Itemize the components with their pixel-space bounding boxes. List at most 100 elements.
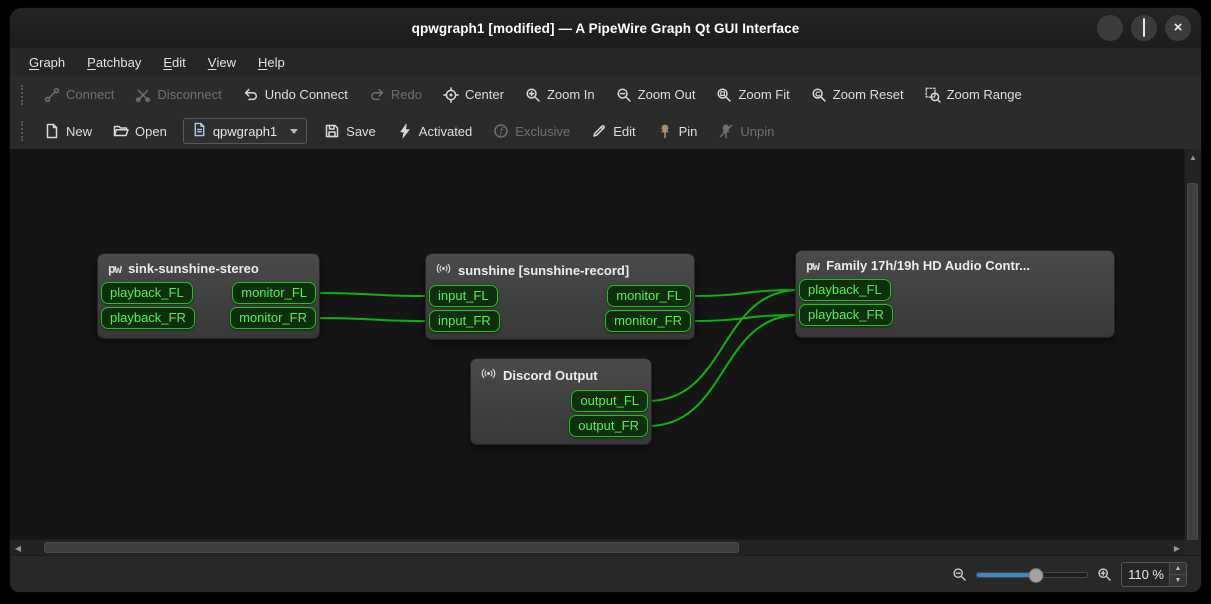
horizontal-scrollbar-thumb[interactable]: [44, 542, 739, 553]
statusbar: 110 % ▲ ▼: [10, 555, 1201, 592]
connect-button[interactable]: Connect: [35, 82, 123, 108]
center-button[interactable]: Center: [434, 82, 513, 108]
patchbay-profile-combobox[interactable]: qpwgraph1: [183, 118, 307, 144]
save-icon: [324, 123, 340, 139]
menu-item-graph[interactable]: Graph: [18, 48, 76, 76]
toolbar-item-label: Zoom Out: [638, 87, 696, 102]
zoom-reset-button[interactable]: Zoom Reset: [802, 82, 913, 108]
zoom-in-icon[interactable]: [1097, 567, 1112, 582]
center-icon: [443, 87, 459, 103]
undo-connect-button[interactable]: Undo Connect: [234, 82, 357, 108]
horizontal-scrollbar[interactable]: ◀ ▶: [10, 539, 1185, 556]
toolbar-item-label: Pin: [679, 124, 698, 139]
scroll-left-icon[interactable]: ◀: [10, 540, 26, 556]
new-button[interactable]: New: [35, 118, 101, 144]
unpin-button[interactable]: Unpin: [709, 118, 783, 144]
port-input-fl[interactable]: input_FL: [429, 285, 498, 307]
titlebar[interactable]: qpwgraph1 [modified] — A PipeWire Graph …: [10, 8, 1201, 49]
node-discord[interactable]: Discord Outputoutput_FL output_FR: [470, 358, 652, 445]
node-title: pwFamily 17h/19h HD Audio Contr...: [796, 251, 1114, 279]
close-icon: ×: [1174, 19, 1183, 37]
toolbar-item-label: Exclusive: [515, 124, 570, 139]
port-monitor-fr[interactable]: monitor_FR: [230, 307, 316, 329]
node-family[interactable]: pwFamily 17h/19h HD Audio Contr...playba…: [795, 250, 1115, 338]
toolbar-item-label: Zoom Fit: [738, 87, 789, 102]
port-playback-fl[interactable]: playback_FL: [799, 279, 891, 301]
port-output-fl[interactable]: output_FL: [571, 390, 648, 412]
node-title: Discord Output: [471, 359, 651, 390]
toolbar-item-label: New: [66, 124, 92, 139]
unpin-icon: [718, 123, 734, 139]
zoom-out-icon[interactable]: [952, 567, 967, 582]
zoom-slider[interactable]: [976, 566, 1088, 582]
vertical-scrollbar[interactable]: ▲ ▼: [1184, 149, 1201, 556]
redo-button[interactable]: Redo: [360, 82, 431, 108]
port-playback-fr[interactable]: playback_FR: [799, 304, 893, 326]
node-sink[interactable]: pwsink-sunshine-stereoplayback_FLmonitor…: [97, 253, 320, 339]
port-monitor-fl[interactable]: monitor_FL: [232, 282, 316, 304]
node-title-text: Family 17h/19h HD Audio Contr...: [826, 258, 1030, 273]
pin-icon: [657, 123, 673, 139]
edit-button[interactable]: Edit: [582, 118, 644, 144]
toolbar-item-label: Zoom In: [547, 87, 595, 102]
port-monitor-fl[interactable]: monitor_FL: [607, 285, 691, 307]
maximize-button[interactable]: [1131, 15, 1157, 41]
save-button[interactable]: Save: [315, 118, 385, 144]
port-output-fr[interactable]: output_FR: [569, 415, 648, 437]
menu-item-edit[interactable]: Edit: [152, 48, 196, 76]
zoom-fit-button[interactable]: Zoom Fit: [707, 82, 798, 108]
spin-down-icon[interactable]: ▼: [1170, 575, 1186, 586]
menu-item-view[interactable]: View: [197, 48, 247, 76]
node-sunshine[interactable]: sunshine [sunshine-record]input_FLmonito…: [425, 253, 695, 340]
chevron-down-icon: [290, 129, 298, 134]
zoom-slider-handle[interactable]: [1029, 568, 1044, 583]
pipewire-icon: pw: [108, 261, 121, 276]
toolbar-item-label: Activated: [419, 124, 472, 139]
toolbar-item-label: Zoom Reset: [833, 87, 904, 102]
scrollbar-corner: [1185, 540, 1201, 556]
qpwgraph-window: qpwgraph1 [modified] — A PipeWire Graph …: [10, 8, 1201, 592]
exclusive-button[interactable]: f Exclusive: [484, 118, 579, 144]
pin-button[interactable]: Pin: [648, 118, 707, 144]
toolbar-item-label: Disconnect: [157, 87, 221, 102]
toolbar-handle[interactable]: [21, 85, 26, 105]
scroll-up-icon[interactable]: ▲: [1185, 149, 1201, 165]
toolbar-patchbay: New Open qpwgraph1 Save Activated f Exclusive E…: [10, 113, 1201, 150]
disconnect-button[interactable]: Disconnect: [126, 82, 230, 108]
spin-up-icon[interactable]: ▲: [1170, 563, 1186, 575]
zoom-spin-arrows: ▲ ▼: [1169, 563, 1186, 586]
window-controls: ×: [1097, 15, 1191, 41]
disconnect-icon: [135, 87, 151, 103]
window-title: qpwgraph1 [modified] — A PipeWire Graph …: [412, 21, 800, 36]
port-playback-fr[interactable]: playback_FR: [101, 307, 195, 329]
edit-icon: [591, 123, 607, 139]
toolbar-handle[interactable]: [21, 121, 26, 141]
activated-button[interactable]: Activated: [388, 118, 481, 144]
open-button[interactable]: Open: [104, 118, 176, 144]
exclusive-icon: f: [493, 123, 509, 139]
toolbar-item-label: Undo Connect: [265, 87, 348, 102]
zoom-spinbox[interactable]: 110 % ▲ ▼: [1121, 562, 1187, 587]
zoom-reset-icon: [811, 87, 827, 103]
vertical-scrollbar-thumb[interactable]: [1187, 183, 1198, 555]
port-monitor-fr[interactable]: monitor_FR: [605, 310, 691, 332]
zoom-range-button[interactable]: Zoom Range: [916, 82, 1031, 108]
menu-item-help[interactable]: Help: [247, 48, 296, 76]
redo-icon: [369, 87, 385, 103]
zoom-out-button[interactable]: Zoom Out: [607, 82, 705, 108]
port-playback-fl[interactable]: playback_FL: [101, 282, 193, 304]
zoom-in-button[interactable]: Zoom In: [516, 82, 604, 108]
graph-canvas[interactable]: pwsink-sunshine-stereoplayback_FLmonitor…: [10, 149, 1185, 540]
toolbar-item-label: Redo: [391, 87, 422, 102]
minimize-button[interactable]: [1097, 15, 1123, 41]
toolbar-item-label: Zoom Range: [947, 87, 1022, 102]
toolbar-item-label: Connect: [66, 87, 114, 102]
zoom-value: 110 %: [1122, 563, 1169, 586]
node-title-text: sink-sunshine-stereo: [128, 261, 259, 276]
menu-item-patchbay[interactable]: Patchbay: [76, 48, 152, 76]
close-button[interactable]: ×: [1165, 15, 1191, 41]
zoom-range-icon: [925, 87, 941, 103]
toolbar-item-label: Unpin: [740, 124, 774, 139]
port-input-fr[interactable]: input_FR: [429, 310, 500, 332]
scroll-right-icon[interactable]: ▶: [1169, 540, 1185, 556]
